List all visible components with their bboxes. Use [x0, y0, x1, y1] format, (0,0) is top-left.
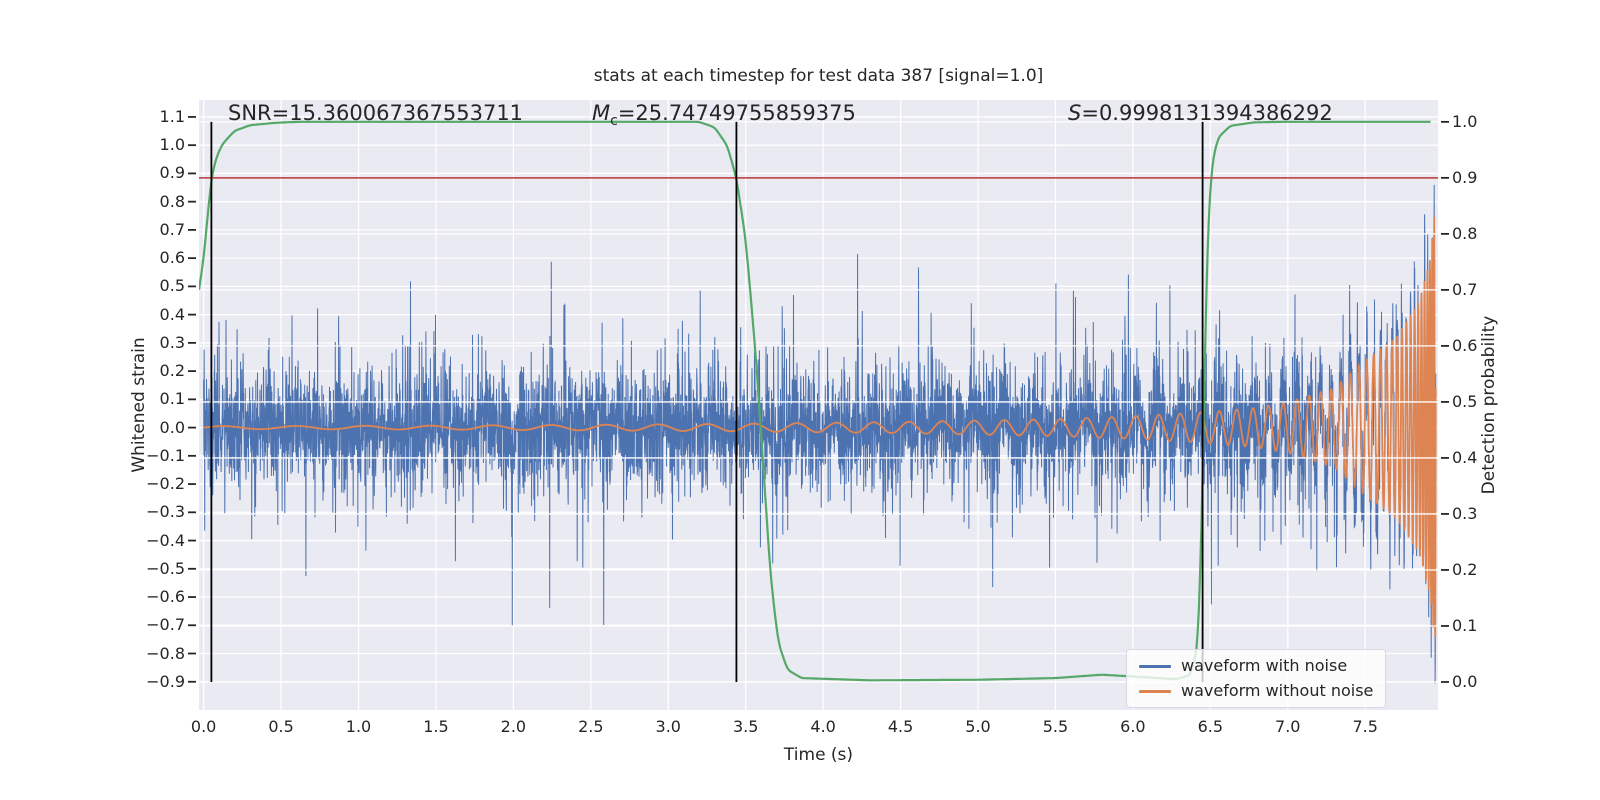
x-tick: 0.0	[190, 717, 217, 736]
x-tick: 4.0	[810, 717, 836, 736]
y-tick-left: 0.3	[159, 332, 185, 352]
legend: waveform with noise waveform without noi…	[1126, 649, 1387, 708]
y-tick-left: 0.1	[159, 389, 185, 409]
x-tick: 3.0	[655, 717, 681, 736]
y-tick-left: −0.3	[146, 502, 185, 522]
legend-label: waveform with noise	[1181, 656, 1348, 675]
legend-item-waveform-with-noise: waveform with noise	[1139, 656, 1373, 676]
annotation-snr-value: =15.360067367553711	[271, 101, 524, 125]
x-tick: 7.5	[1352, 717, 1378, 736]
y-tick-left: 1.1	[159, 106, 185, 126]
y-tick-left: −0.9	[146, 671, 185, 691]
x-tick: 2.5	[578, 717, 604, 736]
annotation-mc-subscript: c	[610, 113, 618, 130]
annotation-s-symbol: S	[1068, 101, 1082, 125]
x-tick: 0.5	[268, 717, 294, 736]
annotation-significance: S=0.9998131394386292	[1068, 101, 1333, 125]
y-tick-right: 0.5	[1452, 391, 1478, 411]
y-tick-left: 0.2	[159, 361, 185, 381]
y-tick-left: 1.0	[159, 135, 185, 155]
legend-item-waveform-without-noise: waveform without noise	[1139, 681, 1373, 701]
y-tick-right: 0.6	[1452, 335, 1478, 355]
y-tick-left: 0.9	[159, 163, 185, 183]
x-axis-label: Time (s)	[783, 745, 854, 765]
gridlines-over	[199, 121, 1438, 683]
y-tick-left: 0.0	[159, 417, 185, 437]
y-tick-left: 0.7	[159, 219, 185, 239]
annotation-snr-symbol: SNR	[228, 101, 272, 125]
annotation-chirp-mass: Mc=25.74749755859375	[592, 101, 856, 129]
y-tick-left: −0.2	[146, 474, 185, 494]
legend-label: waveform without noise	[1181, 681, 1374, 700]
x-tick: 3.5	[732, 717, 759, 736]
annotation-mc-value: =25.74749755859375	[617, 101, 856, 125]
y-tick-left: −0.7	[146, 615, 185, 635]
y-tick-right: 1.0	[1452, 111, 1478, 131]
y-tick-right: 0.9	[1452, 167, 1478, 187]
y-tick-right: 0.7	[1452, 279, 1478, 299]
y-tick-right: 0.0	[1452, 671, 1478, 691]
y-tick-left: −0.5	[146, 558, 185, 578]
x-tick: 2.0	[500, 717, 527, 736]
y-axis-label-right: Detection probability	[1479, 315, 1499, 495]
annotation-mc-symbol: M	[592, 101, 611, 125]
x-tick: 6.0	[1120, 717, 1146, 736]
y-tick-left: 0.5	[159, 276, 185, 296]
figure-canvas: { "figure": { "title": "stats at each ti…	[0, 0, 1600, 800]
y-tick-right: 0.4	[1452, 447, 1478, 467]
y-tick-right: 0.2	[1452, 559, 1478, 579]
y-tick-left: −0.4	[146, 530, 185, 550]
x-tick: 4.5	[887, 717, 914, 736]
x-tick: 1.0	[345, 717, 372, 736]
x-tick: 5.5	[1042, 717, 1069, 736]
legend-line-sample-orange	[1139, 689, 1171, 693]
series-waveform-with-noise	[203, 184, 1437, 684]
annotation-s-value: =0.9998131394386292	[1081, 101, 1333, 125]
x-tick: 1.5	[423, 717, 449, 736]
y-tick-left: 0.6	[159, 248, 185, 268]
annotation-snr: SNR=15.360067367553711	[228, 101, 523, 125]
y-tick-right: 0.1	[1452, 615, 1478, 635]
y-tick-right: 0.8	[1452, 223, 1478, 243]
x-tick: 6.5	[1197, 717, 1224, 736]
y-tick-right: 0.3	[1452, 503, 1478, 523]
legend-line-sample-blue	[1139, 664, 1171, 668]
y-tick-left: −0.8	[146, 643, 185, 663]
x-tick: 5.0	[965, 717, 991, 736]
x-tick: 7.0	[1275, 717, 1301, 736]
y-tick-left: −0.1	[146, 445, 185, 465]
figure-title: stats at each timestep for test data 387…	[593, 66, 1044, 86]
y-tick-left: 0.4	[159, 304, 185, 324]
y-tick-left: −0.6	[146, 587, 185, 607]
y-tick-left: 0.8	[159, 191, 185, 211]
